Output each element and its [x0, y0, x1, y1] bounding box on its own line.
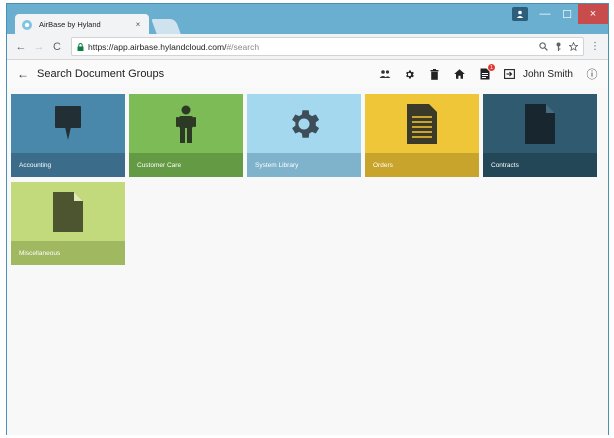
- people-icon[interactable]: [379, 68, 391, 80]
- gear-icon: [247, 94, 361, 153]
- person-icon: [129, 94, 243, 153]
- home-icon[interactable]: [454, 68, 466, 80]
- tile-label: Miscellaneous: [11, 241, 125, 265]
- tile-label: Contracts: [483, 153, 597, 177]
- profile-icon[interactable]: [512, 7, 528, 21]
- tile-contracts[interactable]: Contracts: [483, 94, 597, 177]
- trash-icon[interactable]: [429, 68, 441, 80]
- browser-window: AirBase by Hyland × — ☐ × ← → C https://…: [6, 3, 609, 435]
- maximize-button[interactable]: ☐: [556, 4, 578, 24]
- app-bar: ← Search Document Groups 1 John Smith ⓘ: [7, 60, 608, 88]
- address-bar[interactable]: https://app.airbase.hylandcloud.com/ #/s…: [71, 37, 584, 56]
- user-name[interactable]: John Smith: [523, 69, 573, 80]
- tile-miscellaneous[interactable]: Miscellaneous: [11, 182, 125, 265]
- document-icon: [483, 94, 597, 153]
- app-back-button[interactable]: ←: [17, 67, 29, 81]
- minimize-button[interactable]: —: [534, 4, 556, 24]
- reload-button[interactable]: C: [49, 41, 65, 53]
- invoice-icon: [365, 94, 479, 153]
- notification-badge: 1: [487, 64, 495, 71]
- url-host: https://app.airbase.hylandcloud.com/: [88, 41, 227, 52]
- document-badge-icon[interactable]: 1: [479, 64, 495, 80]
- title-bar: AirBase by Hyland × — ☐ ×: [7, 4, 608, 35]
- browser-menu-icon[interactable]: ⋮: [588, 41, 602, 52]
- document-icon: [11, 182, 125, 241]
- tab-title: AirBase by Hyland: [39, 20, 101, 29]
- star-icon[interactable]: [569, 42, 578, 51]
- tab-close-icon[interactable]: ×: [133, 20, 143, 29]
- speech-bubble-icon: [11, 94, 125, 153]
- gear-icon[interactable]: [404, 68, 416, 80]
- key-icon[interactable]: [554, 42, 563, 51]
- tile-label: System Library: [247, 153, 361, 177]
- tile-system-library[interactable]: System Library: [247, 94, 361, 177]
- app-content: ← Search Document Groups 1 John Smith ⓘ …: [7, 60, 608, 435]
- browser-tab[interactable]: AirBase by Hyland ×: [15, 14, 149, 35]
- tile-customer-care[interactable]: Customer Care: [129, 94, 243, 177]
- close-window-button[interactable]: ×: [578, 4, 608, 24]
- tile-orders[interactable]: Orders: [365, 94, 479, 177]
- browser-toolbar: ← → C https://app.airbase.hylandcloud.co…: [7, 34, 608, 60]
- url-path: #/search: [226, 41, 260, 52]
- info-icon[interactable]: ⓘ: [586, 68, 598, 81]
- logout-icon[interactable]: [504, 68, 516, 80]
- tile-accounting[interactable]: Accounting: [11, 94, 125, 177]
- forward-button[interactable]: →: [31, 41, 47, 53]
- airbase-favicon-icon: [21, 19, 33, 31]
- new-tab-button[interactable]: [151, 19, 181, 34]
- app-actions: 1 John Smith ⓘ: [379, 64, 598, 81]
- page-title: Search Document Groups: [37, 68, 165, 80]
- back-button[interactable]: ←: [13, 41, 29, 53]
- tile-label: Orders: [365, 153, 479, 177]
- search-icon[interactable]: [539, 42, 548, 51]
- tile-label: Accounting: [11, 153, 125, 177]
- tile-label: Customer Care: [129, 153, 243, 177]
- lock-icon: [77, 42, 84, 51]
